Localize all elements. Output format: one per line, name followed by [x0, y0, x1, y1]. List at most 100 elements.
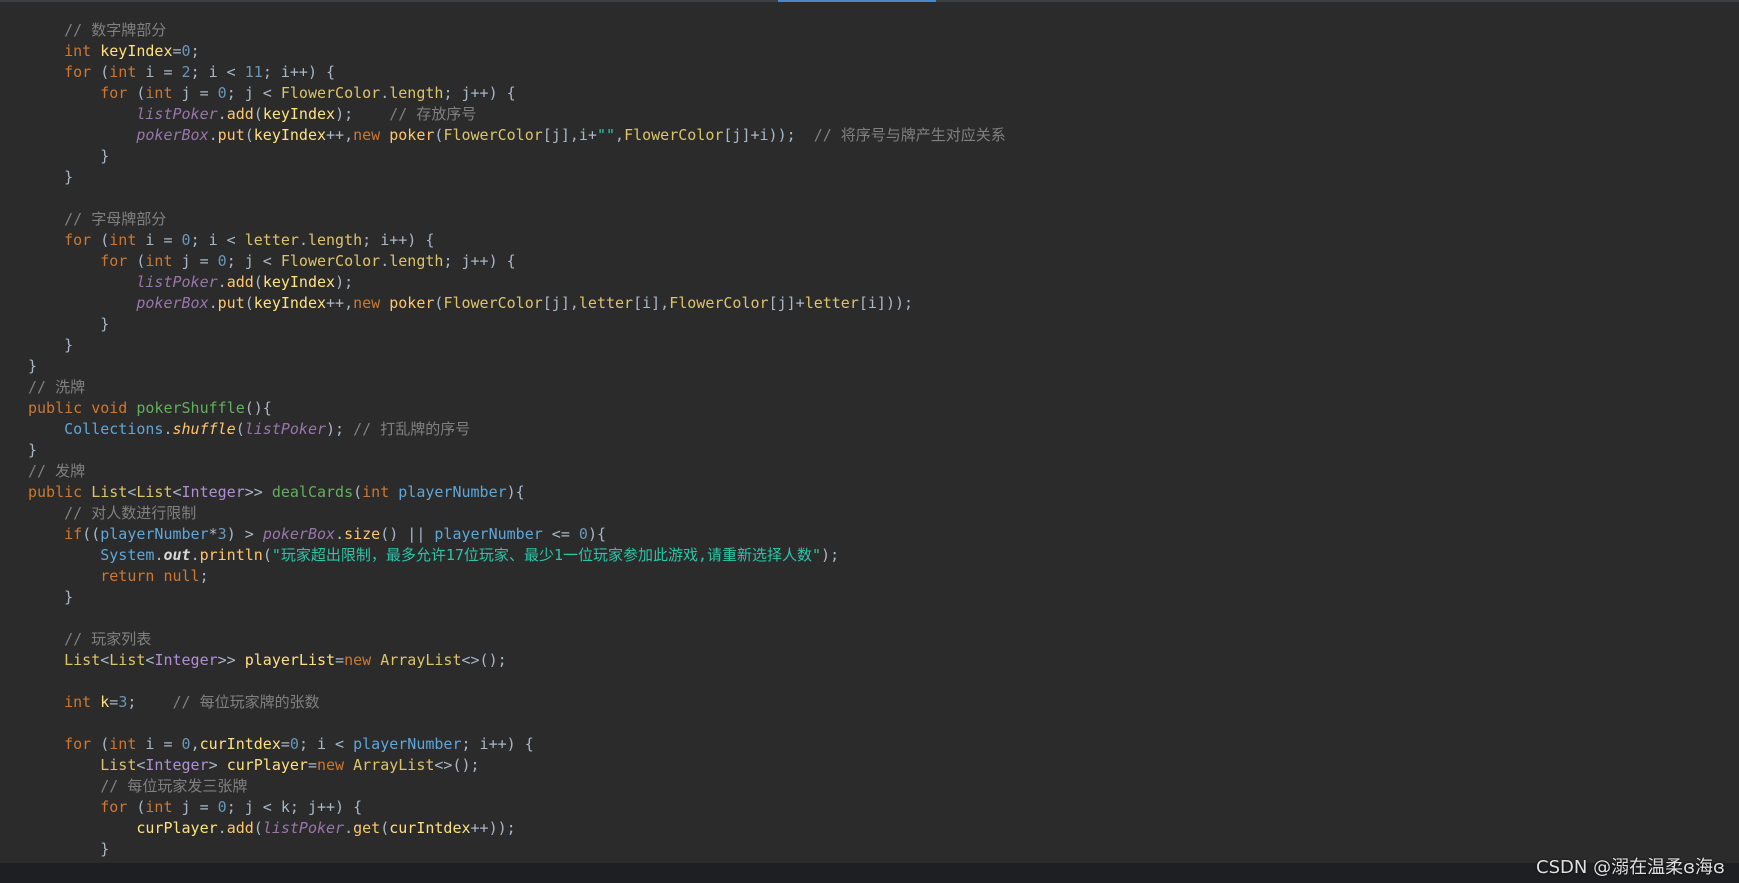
code-line[interactable]: curPlayer.add(listPoker.get(curIntdex++)…	[28, 818, 1006, 839]
code-line[interactable]: System.out.println("玩家超出限制，最多允许17位玩家、最少1…	[28, 545, 1006, 566]
code-line[interactable]: public void pokerShuffle(){	[28, 398, 1006, 419]
code-line[interactable]: int k=3; // 每位玩家牌的张数	[28, 692, 1006, 713]
code-token: // 发牌	[28, 462, 86, 480]
code-token: }	[64, 168, 74, 186]
code-token: Collections	[64, 420, 164, 438]
code-token: int	[362, 483, 399, 501]
code-token: for	[100, 84, 137, 102]
code-line[interactable]: // 每位玩家发三张牌	[28, 776, 1006, 797]
code-token: playerNumber	[100, 525, 209, 543]
code-line[interactable]: List<Integer> curPlayer=new ArrayList<>(…	[28, 755, 1006, 776]
code-line[interactable]: }	[28, 839, 1006, 860]
code-token: [i]));	[858, 294, 914, 312]
code-token: ){	[587, 525, 606, 543]
code-token: new	[317, 756, 354, 774]
code-line[interactable]: }	[28, 356, 1006, 377]
code-token: size	[344, 525, 381, 543]
code-line[interactable]: public List<List<Integer>> dealCards(int…	[28, 482, 1006, 503]
code-token: =	[335, 651, 345, 669]
code-line[interactable]: }	[28, 314, 1006, 335]
code-token: (	[100, 231, 110, 249]
code-token: keyIndex	[253, 294, 327, 312]
code-line[interactable]: }	[28, 335, 1006, 356]
code-line[interactable]: }	[28, 146, 1006, 167]
code-token: 0	[289, 735, 299, 753]
code-line[interactable]: pokerBox.put(keyIndex++,new poker(Flower…	[28, 293, 1006, 314]
code-token: ; i <	[190, 231, 245, 249]
code-line[interactable]: // 发牌	[28, 461, 1006, 482]
code-token: [j],i+	[542, 126, 597, 144]
code-token: 0	[181, 231, 191, 249]
code-token: (	[244, 126, 254, 144]
code-line[interactable]: List<List<Integer>> playerList=new Array…	[28, 650, 1006, 671]
code-token: 3	[217, 525, 227, 543]
code-token: ((	[82, 525, 101, 543]
code-token: add	[226, 105, 254, 123]
code-line[interactable]: Collections.shuffle(listPoker); // 打乱牌的序…	[28, 419, 1006, 440]
code-area[interactable]: // 数字牌部分 int keyIndex=0; for (int i = 2;…	[28, 20, 1006, 860]
code-token: ; i <	[298, 735, 354, 753]
code-line[interactable]: return null;	[28, 566, 1006, 587]
code-token: *	[208, 525, 218, 543]
code-line[interactable]: listPoker.add(keyIndex);	[28, 272, 1006, 293]
code-line[interactable]: if((playerNumber*3) > pokerBox.size() ||…	[28, 524, 1006, 545]
code-line[interactable]	[28, 713, 1006, 734]
code-line[interactable]: int keyIndex=0;	[28, 41, 1006, 62]
code-token: keyIndex	[262, 273, 336, 291]
code-token: for	[100, 252, 137, 270]
code-token: k	[100, 693, 110, 711]
code-line[interactable]: // 洗牌	[28, 377, 1006, 398]
code-token: int	[109, 231, 146, 249]
code-token: ""	[596, 126, 616, 144]
code-token: );	[335, 273, 354, 291]
code-line[interactable]: for (int j = 0; j < FlowerColor.length; …	[28, 251, 1006, 272]
code-token: ; j < k; j++) {	[226, 798, 363, 816]
code-token: // 数字牌部分	[64, 21, 167, 39]
code-token: (	[100, 735, 110, 753]
code-line[interactable]: }	[28, 440, 1006, 461]
code-line[interactable]: pokerBox.put(keyIndex++,new poker(Flower…	[28, 125, 1005, 146]
code-line[interactable]: listPoker.add(keyIndex); // 存放序号	[28, 104, 1006, 125]
code-token: println	[199, 546, 263, 564]
code-editor[interactable]: // 数字牌部分 int keyIndex=0; for (int i = 2;…	[0, 0, 1739, 883]
code-token: playerNumber	[398, 483, 507, 501]
code-token: 0	[217, 84, 227, 102]
code-line[interactable]: // 数字牌部分	[28, 20, 1006, 41]
code-token: =	[172, 42, 182, 60]
code-token: length	[389, 84, 444, 102]
code-line[interactable]: for (int i = 0,curIntdex=0; i < playerNu…	[28, 734, 1006, 755]
code-token: letter	[244, 231, 299, 249]
code-line[interactable]	[28, 188, 1006, 209]
horizontal-scrollbar[interactable]	[0, 863, 1739, 883]
code-line[interactable]: // 对人数进行限制	[28, 503, 1006, 524]
code-token: <	[100, 651, 110, 669]
code-token: pokerBox	[136, 126, 209, 144]
code-line[interactable]: for (int j = 0; j < FlowerColor.length; …	[28, 83, 1006, 104]
code-token: ArrayList	[353, 756, 435, 774]
code-token: }	[28, 441, 38, 459]
code-token: pokerShuffle	[136, 399, 245, 417]
code-line[interactable]: for (int j = 0; j < k; j++) {	[28, 797, 1006, 818]
code-token: // 存放序号	[389, 105, 477, 123]
code-line[interactable]: for (int i = 0; i < letter.length; i++) …	[28, 230, 1006, 251]
code-token: "玩家超出限制，最多允许17位玩家、最少1一位玩家参加此游戏,请重新选择人数"	[271, 546, 822, 564]
code-line[interactable]: }	[28, 167, 1006, 188]
code-token: // 洗牌	[28, 378, 86, 396]
code-token: for	[64, 231, 101, 249]
code-token: add	[226, 273, 254, 291]
code-line[interactable]	[28, 671, 1006, 692]
code-line[interactable]	[28, 608, 1006, 629]
code-line[interactable]: // 字母牌部分	[28, 209, 1006, 230]
code-line[interactable]: }	[28, 587, 1006, 608]
code-token: Integer	[154, 651, 218, 669]
code-line[interactable]: for (int i = 2; i < 11; i++) {	[28, 62, 1006, 83]
code-token: 0	[578, 525, 588, 543]
code-token: >	[208, 756, 227, 774]
code-line[interactable]: // 玩家列表	[28, 629, 1006, 650]
